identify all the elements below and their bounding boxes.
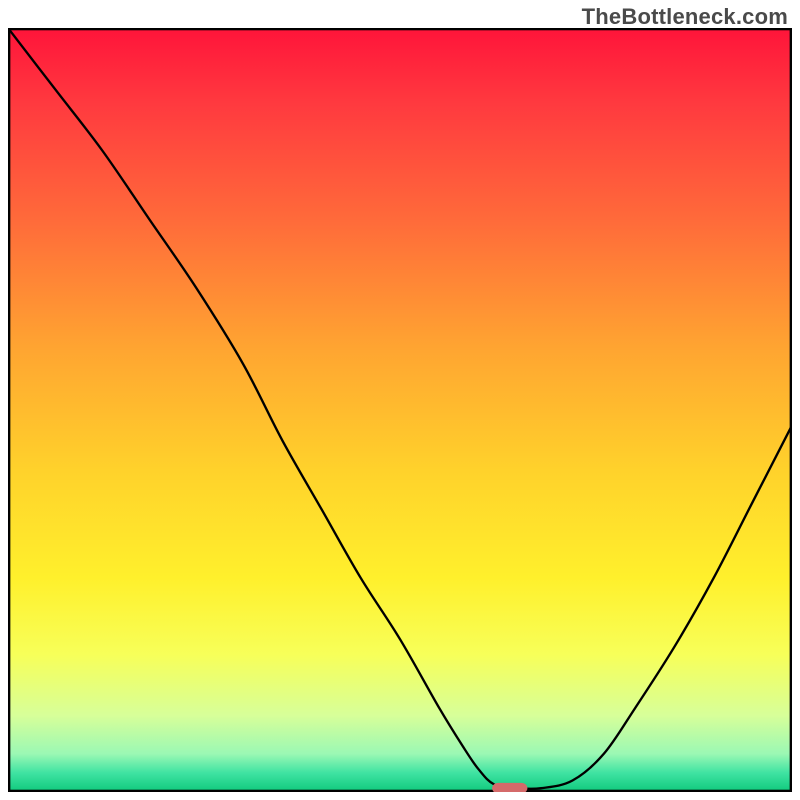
chart-stage: TheBottleneck.com [0,0,800,800]
minimum-marker [492,783,527,792]
plot-frame [9,29,791,791]
watermark-text: TheBottleneck.com [582,4,788,30]
curve-svg [8,28,792,792]
chart-plot-area [8,28,792,792]
curve-path [8,28,792,789]
